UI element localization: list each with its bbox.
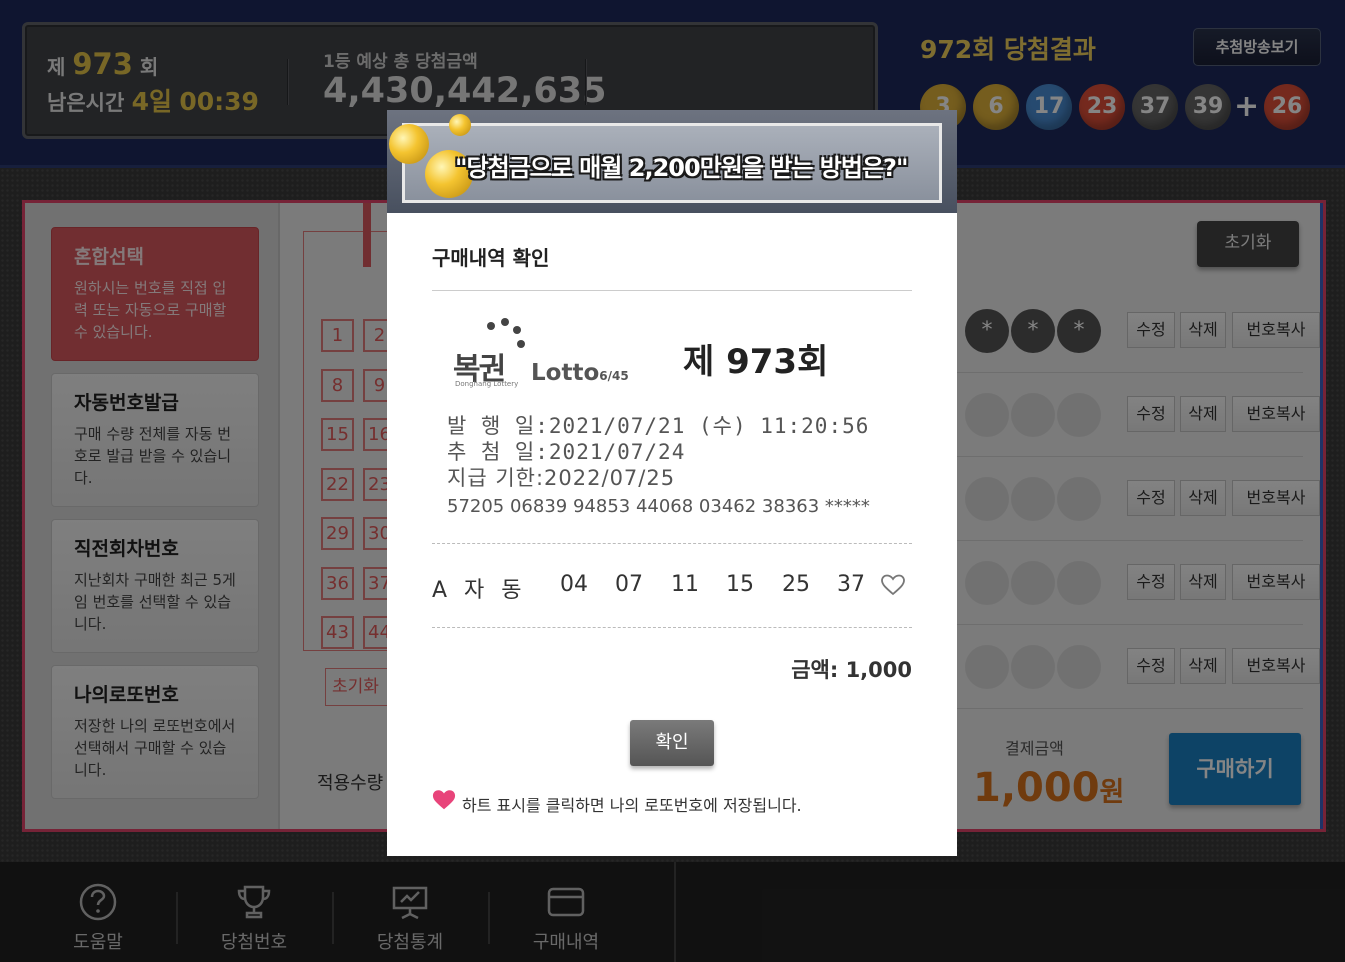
game-number: 07 bbox=[615, 572, 643, 597]
game-row-a: A 자 동 04 07 11 15 25 37 bbox=[432, 570, 912, 603]
gold-coin-icon bbox=[449, 114, 471, 136]
game-number: 25 bbox=[782, 572, 810, 597]
deadline-label: 지급 기한 bbox=[447, 466, 536, 490]
game-number: 15 bbox=[726, 572, 754, 597]
heart-outline-icon[interactable] bbox=[880, 572, 906, 598]
modal-title: 구매내역 확인 bbox=[432, 246, 550, 270]
divider bbox=[432, 627, 912, 628]
ticket-round: 제 973회 bbox=[683, 342, 829, 382]
promo-banner-text: "당첨금으로 매월 2,200만원을 받는 방법은?" bbox=[455, 154, 908, 182]
logo-mark bbox=[513, 326, 521, 334]
draw-label: 추 첨 일 bbox=[447, 440, 536, 464]
logo-sub: Donghang Lottery bbox=[455, 380, 519, 388]
deadline-value: 2022/07/25 bbox=[544, 466, 676, 490]
logo-lotto-sub: 6/45 bbox=[599, 369, 629, 383]
heart-icon bbox=[432, 790, 456, 810]
game-number: 37 bbox=[837, 572, 865, 597]
draw-value: 2021/07/24 bbox=[548, 440, 686, 464]
ticket-serial: 57205 06839 94853 44068 03462 38363 ****… bbox=[447, 496, 870, 517]
game-label: A 자 동 bbox=[432, 578, 527, 603]
logo-mark bbox=[487, 322, 495, 330]
logo-lotto-text: Lotto bbox=[531, 360, 600, 386]
divider bbox=[432, 543, 912, 544]
deadline-line: 지급 기한:2022/07/25 bbox=[447, 466, 676, 490]
issue-value: 2021/07/21 (수) 11:20:56 bbox=[548, 414, 870, 438]
confirm-button[interactable]: 확인 bbox=[630, 720, 714, 766]
issue-label: 발 행 일 bbox=[447, 414, 536, 438]
ticket-amount: 금액: 1,000 bbox=[791, 658, 912, 682]
game-number: 04 bbox=[560, 572, 588, 597]
game-number: 11 bbox=[671, 572, 699, 597]
lotto-logo: 복권 Lotto6/45 Donghang Lottery bbox=[449, 318, 639, 390]
logo-mark bbox=[517, 340, 525, 348]
gold-coin-icon bbox=[389, 124, 429, 164]
purchase-confirm-modal: "당첨금으로 매월 2,200만원을 받는 방법은?" 구매내역 확인 복권 L… bbox=[387, 110, 957, 856]
promo-banner[interactable]: "당첨금으로 매월 2,200만원을 받는 방법은?" bbox=[387, 110, 957, 213]
logo-mark bbox=[501, 318, 509, 326]
logo-lotto: Lotto6/45 bbox=[531, 360, 629, 386]
divider bbox=[432, 290, 912, 291]
hint-text: 하트 표시를 클릭하면 나의 로또번호에 저장됩니다. bbox=[462, 796, 802, 815]
